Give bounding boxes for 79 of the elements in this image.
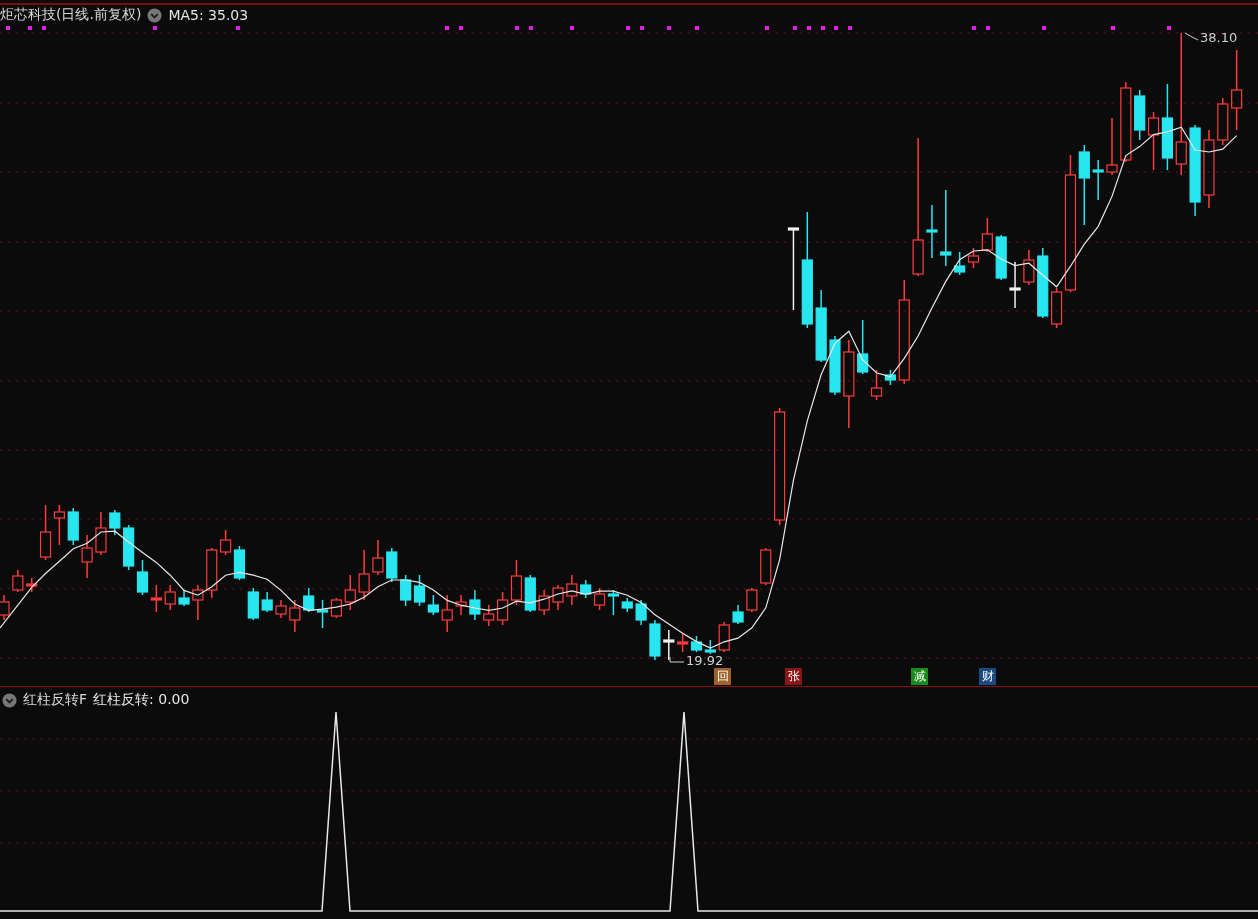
stock-title: 炬芯科技(日线.前复权) [0, 6, 142, 24]
candlestick [1037, 247, 1049, 319]
high-price-label: 38.10 [1200, 30, 1238, 45]
event-badge[interactable]: 减 [911, 668, 928, 685]
candlestick [1023, 249, 1035, 286]
candlestick [690, 635, 703, 653]
candlestick [247, 587, 259, 621]
candlestick [275, 599, 287, 619]
candlestick [441, 594, 453, 633]
dropdown-icon[interactable] [147, 7, 163, 23]
candlestick [178, 589, 190, 607]
candlestick [607, 589, 619, 616]
candlestick [954, 251, 966, 276]
candlestick [303, 587, 315, 613]
candlestick [0, 594, 10, 621]
candlestick [1134, 89, 1146, 141]
candlestick [316, 599, 329, 629]
candlestick [26, 577, 38, 593]
candlestick [538, 589, 550, 616]
event-badge[interactable]: 张 [785, 668, 802, 685]
candlestick [469, 589, 481, 621]
candlestick [164, 584, 176, 611]
event-badge[interactable]: 回 [714, 668, 731, 685]
candlestick [150, 584, 162, 613]
candlestick [1106, 117, 1118, 176]
candlestick [746, 587, 758, 613]
candlestick [829, 335, 841, 396]
candlestick [483, 604, 495, 627]
candlestick [635, 599, 647, 626]
candlestick [552, 584, 564, 611]
candlestick [760, 547, 772, 586]
candlestick [67, 507, 79, 546]
candlestick [358, 549, 370, 601]
candlestick [206, 547, 218, 599]
candlestick [372, 539, 384, 576]
candlestick [704, 639, 716, 655]
candlestick [109, 509, 121, 536]
candlestick [663, 629, 675, 661]
candlestick [344, 574, 356, 611]
indicator-value: 红柱反转: 0.00 [93, 691, 190, 709]
candlestick [580, 579, 592, 599]
candlestick [497, 591, 509, 626]
candlestick [220, 529, 232, 556]
candlestick [1009, 261, 1021, 309]
candlestick [123, 524, 135, 571]
leader-line [669, 656, 685, 663]
candlestick [400, 574, 412, 607]
candlestick [192, 584, 204, 621]
candlestick [593, 587, 606, 611]
candlestick [95, 511, 107, 556]
candlestick [12, 569, 24, 593]
candlestick [233, 545, 246, 581]
candlestick [53, 504, 65, 546]
candlestick [330, 597, 342, 619]
dropdown-icon[interactable] [2, 692, 17, 708]
candlestick [677, 633, 689, 653]
candlestick [926, 204, 938, 259]
candlestick [1092, 159, 1104, 201]
candlestick [386, 547, 398, 583]
candlestick [732, 604, 744, 625]
candlestick [510, 559, 523, 606]
candlestick [649, 619, 661, 661]
candlestick [995, 234, 1007, 281]
candlestick [289, 599, 301, 633]
indicator-value: MA5: 35.03 [168, 7, 249, 23]
candlestick [524, 574, 536, 613]
candlestick [566, 574, 578, 606]
indicator-title: 红柱反转F [23, 691, 88, 709]
leader-line [1184, 32, 1199, 41]
candlestick [39, 504, 52, 561]
candlestick [621, 597, 633, 613]
candlestick [261, 591, 273, 613]
candlestick [81, 534, 93, 579]
event-badge[interactable]: 财 [979, 668, 996, 685]
candlestick [455, 594, 467, 616]
candlestick [718, 621, 730, 653]
candlestick [136, 559, 149, 596]
low-price-label: 19.92 [686, 653, 724, 668]
candlestick [1217, 97, 1229, 146]
